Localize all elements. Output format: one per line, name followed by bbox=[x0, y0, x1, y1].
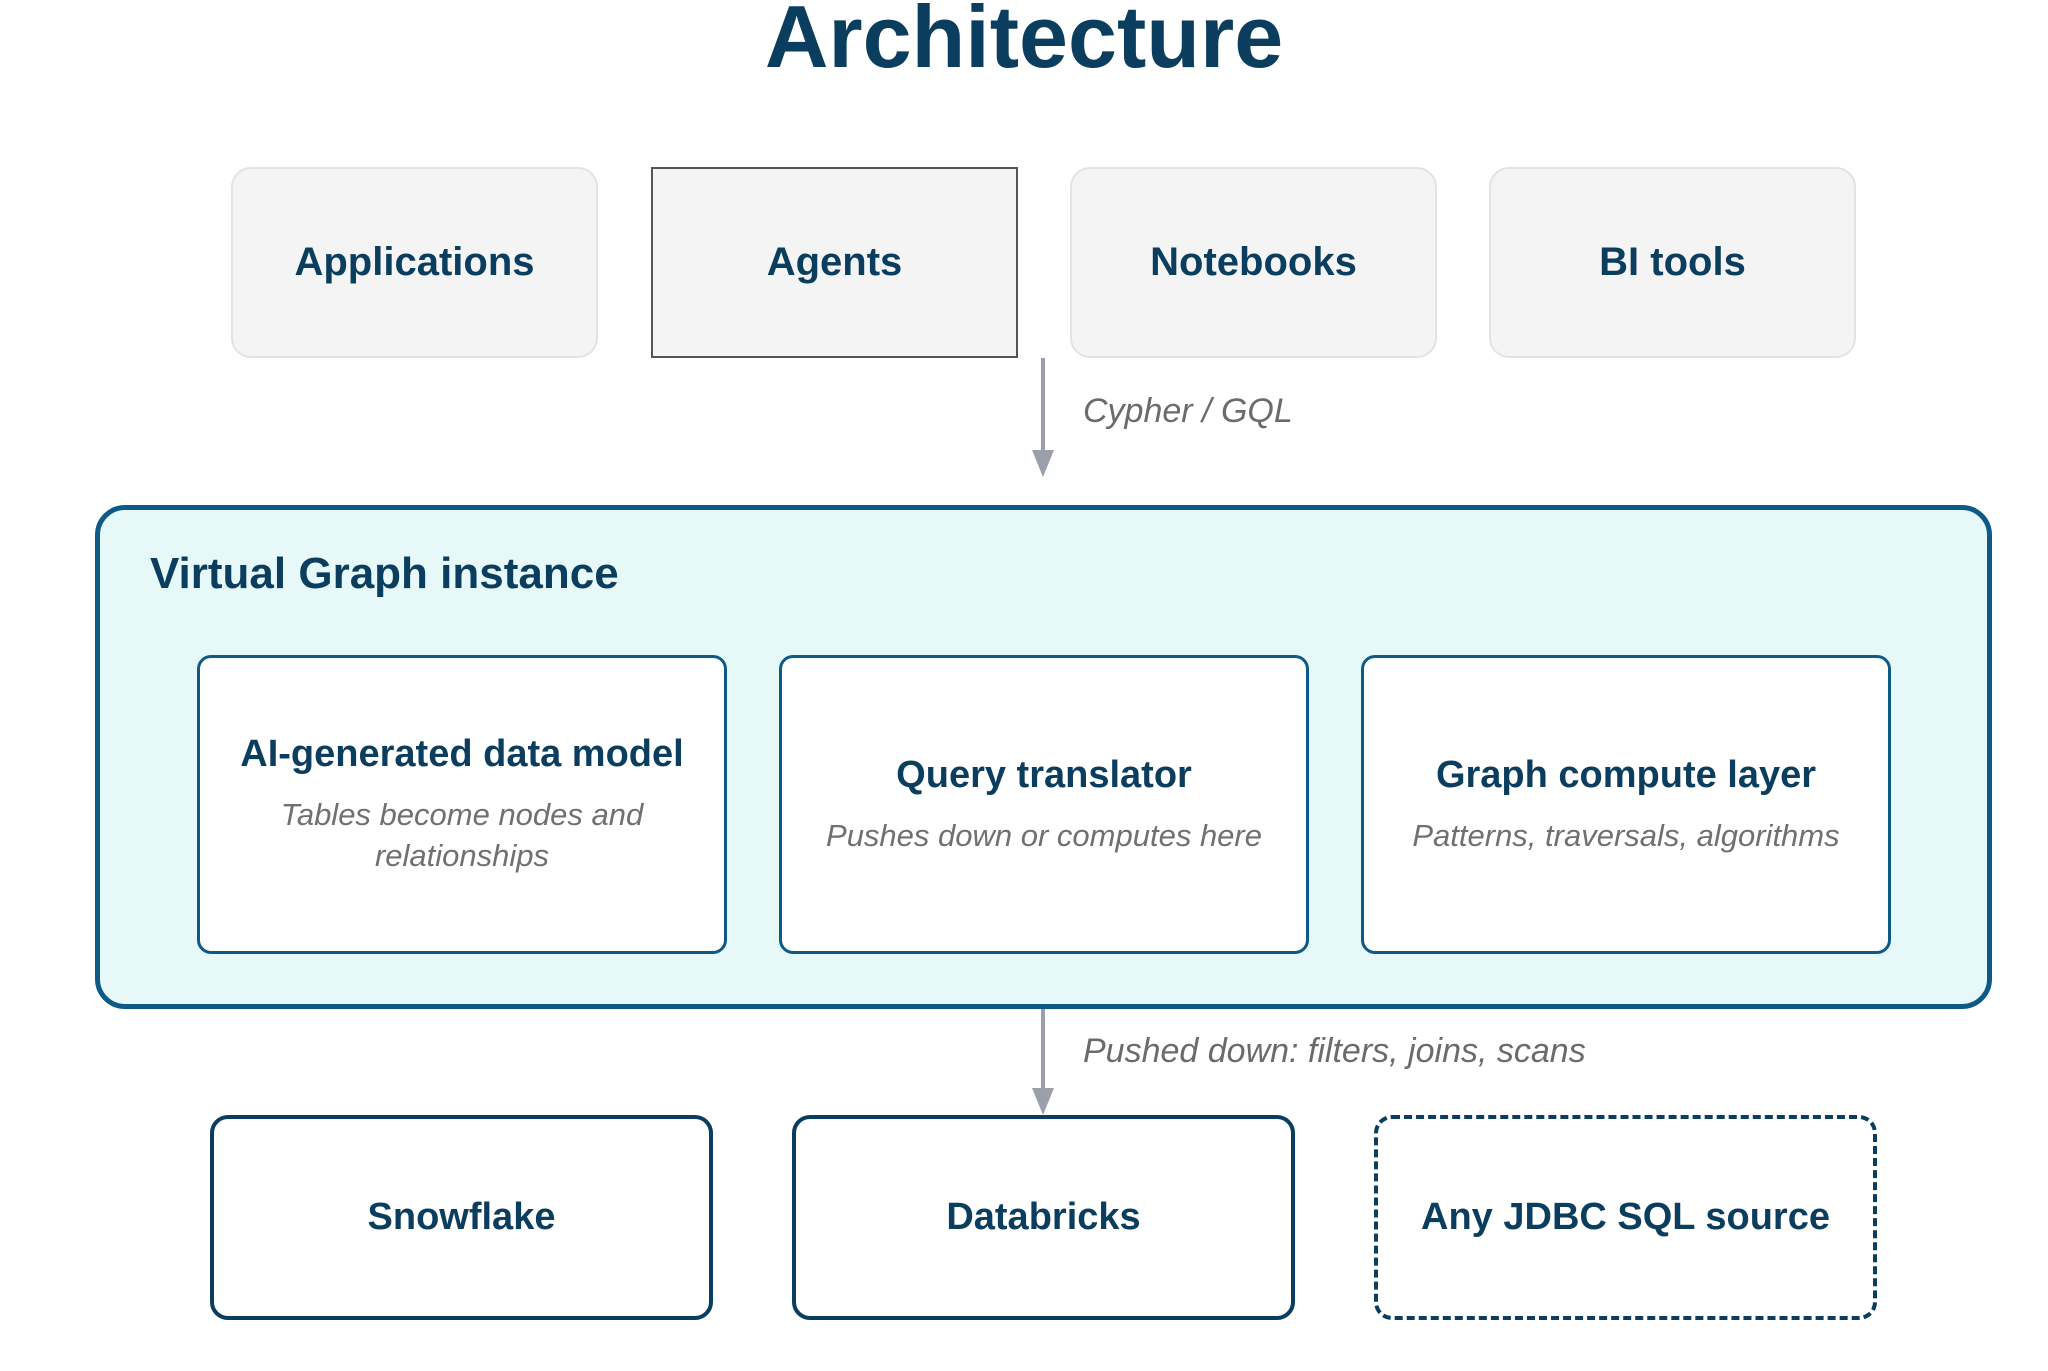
source-box-databricks[interactable]: Databricks bbox=[792, 1115, 1295, 1320]
edge-label-cypher-gql: Cypher / GQL bbox=[1083, 392, 1293, 430]
instance-title: Virtual Graph instance bbox=[150, 549, 619, 598]
arrow-clients-to-instance bbox=[1032, 358, 1054, 477]
source-box-any-jdbc[interactable]: Any JDBC SQL source bbox=[1374, 1115, 1877, 1320]
component-subtitle: Patterns, traversals, algorithms bbox=[1412, 817, 1840, 853]
component-subtitle: Pushes down or computes here bbox=[826, 817, 1262, 853]
component-title: AI-generated data model bbox=[240, 733, 684, 775]
arrow-instance-to-sources bbox=[1032, 1009, 1054, 1115]
source-label: Any JDBC SQL source bbox=[1421, 1196, 1830, 1238]
component-query-translator[interactable]: Query translator Pushes down or computes… bbox=[779, 655, 1309, 954]
component-subtitle: Tables become nodes and relationships bbox=[280, 797, 644, 873]
source-box-snowflake[interactable]: Snowflake bbox=[210, 1115, 713, 1320]
source-label: Snowflake bbox=[367, 1196, 556, 1238]
source-label: Databricks bbox=[946, 1196, 1141, 1238]
edge-label-pushdown: Pushed down: filters, joins, scans bbox=[1083, 1032, 1586, 1070]
component-title: Query translator bbox=[896, 753, 1192, 796]
component-graph-compute-layer[interactable]: Graph compute layer Patterns, traversals… bbox=[1361, 655, 1891, 954]
component-ai-data-model[interactable]: AI-generated data model Tables become no… bbox=[197, 655, 727, 954]
component-title: Graph compute layer bbox=[1435, 753, 1817, 796]
